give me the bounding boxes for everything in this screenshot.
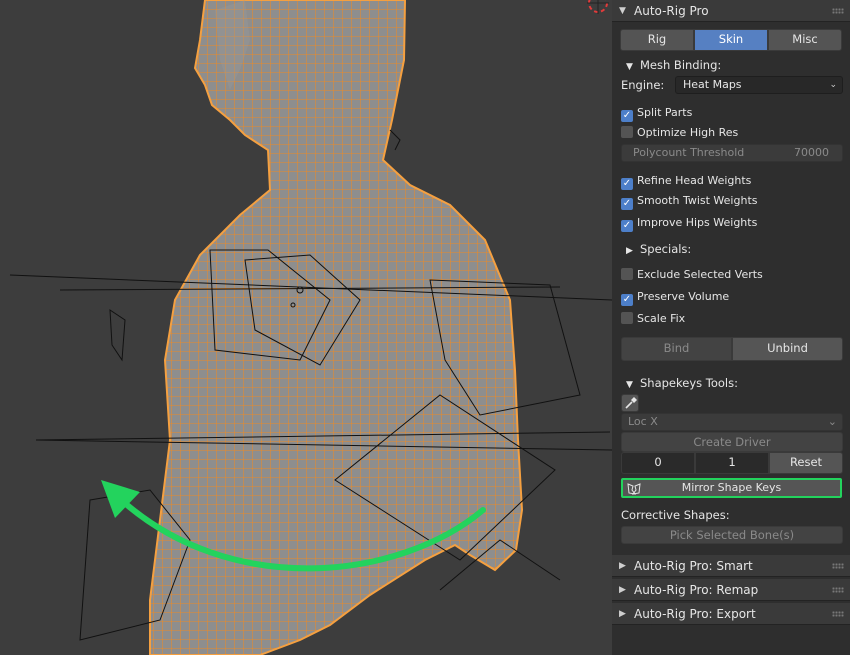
reset-button[interactable]: Reset xyxy=(769,452,843,474)
3d-viewport[interactable] xyxy=(0,0,612,655)
chevron-down-icon: ⌄ xyxy=(827,415,837,428)
loc-dropdown-value: Loc X xyxy=(628,415,658,428)
refine-head-weights-checkbox[interactable]: ✓ Refine Head Weights xyxy=(621,172,751,190)
mesh-binding-header[interactable]: ▼ Mesh Binding: xyxy=(626,56,721,74)
panel-header-export[interactable]: ▶ Auto-Rig Pro: Export xyxy=(612,603,850,625)
drag-handle-icon[interactable] xyxy=(832,563,844,569)
shapekeys-tools-title: Shapekeys Tools: xyxy=(640,376,738,390)
shapekeys-tools-header[interactable]: ▼ Shapekeys Tools: xyxy=(626,374,738,392)
checkbox-icon: ✓ xyxy=(621,198,633,210)
chevron-down-icon: ▼ xyxy=(626,62,633,72)
smooth-twist-weights-label: Smooth Twist Weights xyxy=(637,194,758,207)
checkbox-icon: ✓ xyxy=(621,110,633,122)
mirror-shape-keys-button[interactable]: Mirror Shape Keys xyxy=(621,478,842,498)
engine-label: Engine: xyxy=(621,78,665,92)
preserve-volume-checkbox[interactable]: ✓ Preserve Volume xyxy=(621,288,729,306)
chevron-down-icon: ⌄ xyxy=(829,80,837,90)
exclude-selected-verts-label: Exclude Selected Verts xyxy=(637,268,763,281)
improve-hips-weights-checkbox[interactable]: ✓ Improve Hips Weights xyxy=(621,214,757,232)
properties-sidebar: ▼ Auto-Rig Pro Rig Skin Misc ▼ Mesh Bindi… xyxy=(612,0,850,655)
panel-header-auto-rig-pro[interactable]: ▼ Auto-Rig Pro xyxy=(612,0,850,22)
3d-cursor-icon xyxy=(587,0,609,14)
refine-head-weights-label: Refine Head Weights xyxy=(637,174,752,187)
chevron-down-icon: ▼ xyxy=(626,380,633,390)
loc-dropdown[interactable]: Loc X ⌄ xyxy=(621,413,843,431)
panel-header-remap[interactable]: ▶ Auto-Rig Pro: Remap xyxy=(612,579,850,601)
shapekey-value-row: 0 1 Reset xyxy=(621,452,843,474)
split-parts-checkbox[interactable]: ✓ Split Parts xyxy=(621,104,692,122)
improve-hips-weights-label: Improve Hips Weights xyxy=(637,216,758,229)
panel-title-export: Auto-Rig Pro: Export xyxy=(634,607,756,621)
panel-title-smart: Auto-Rig Pro: Smart xyxy=(634,559,753,573)
checkbox-icon xyxy=(621,268,633,280)
polycount-threshold-value: 70000 xyxy=(794,146,829,159)
checkbox-icon xyxy=(621,126,633,138)
scale-fix-checkbox[interactable]: Scale Fix xyxy=(621,310,685,328)
eyedropper-icon xyxy=(625,397,637,409)
mesh-binding-title: Mesh Binding: xyxy=(640,58,722,72)
viewport-canvas xyxy=(9,0,612,655)
mode-tabs: Rig Skin Misc xyxy=(620,29,842,51)
chevron-right-icon: ▶ xyxy=(619,585,626,595)
chevron-down-icon: ▼ xyxy=(619,6,626,16)
optimize-high-res-label: Optimize High Res xyxy=(637,126,739,139)
chevron-right-icon: ▶ xyxy=(619,561,626,571)
pick-selected-bones-button[interactable]: Pick Selected Bone(s) xyxy=(621,526,843,544)
checkbox-icon: ✓ xyxy=(621,294,633,306)
smooth-twist-weights-checkbox[interactable]: ✓ Smooth Twist Weights xyxy=(621,192,757,210)
exclude-selected-verts-checkbox[interactable]: Exclude Selected Verts xyxy=(621,266,763,284)
unbind-button[interactable]: Unbind xyxy=(732,337,843,361)
chevron-right-icon: ▶ xyxy=(626,246,633,256)
checkbox-icon: ✓ xyxy=(621,220,633,232)
value-1-button[interactable]: 1 xyxy=(695,452,769,474)
panel-title: Auto-Rig Pro xyxy=(634,4,709,18)
engine-value: Heat Maps xyxy=(683,78,742,91)
drag-handle-icon[interactable] xyxy=(832,611,844,617)
chevron-right-icon: ▶ xyxy=(619,609,626,619)
value-0-button[interactable]: 0 xyxy=(621,452,695,474)
drag-handle-icon[interactable] xyxy=(832,8,844,14)
corrective-shapes-label: Corrective Shapes: xyxy=(621,508,730,522)
character-mesh xyxy=(149,0,524,655)
split-parts-label: Split Parts xyxy=(637,106,693,119)
bind-button-row: Bind Unbind xyxy=(621,337,843,361)
tab-misc[interactable]: Misc xyxy=(768,29,842,51)
checkbox-icon xyxy=(621,312,633,324)
panel-header-smart[interactable]: ▶ Auto-Rig Pro: Smart xyxy=(612,555,850,577)
engine-dropdown[interactable]: Heat Maps ⌄ xyxy=(675,76,843,94)
specials-header[interactable]: ▶ Specials: xyxy=(626,240,691,258)
optimize-high-res-checkbox[interactable]: Optimize High Res xyxy=(621,124,738,142)
eyedropper-button[interactable] xyxy=(621,394,639,412)
mirror-shape-keys-label: Mirror Shape Keys xyxy=(681,481,782,494)
drag-handle-icon[interactable] xyxy=(832,587,844,593)
tab-rig[interactable]: Rig xyxy=(620,29,694,51)
bind-button[interactable]: Bind xyxy=(621,337,732,361)
polycount-threshold-label: Polycount Threshold xyxy=(633,146,745,159)
preserve-volume-label: Preserve Volume xyxy=(637,290,730,303)
scale-fix-label: Scale Fix xyxy=(637,312,686,325)
polycount-threshold-field[interactable]: Polycount Threshold 70000 xyxy=(621,144,843,162)
tab-skin[interactable]: Skin xyxy=(694,29,768,51)
checkbox-icon: ✓ xyxy=(621,178,633,190)
specials-title: Specials: xyxy=(640,242,692,256)
mirror-icon xyxy=(627,483,641,495)
panel-title-remap: Auto-Rig Pro: Remap xyxy=(634,583,759,597)
create-driver-button[interactable]: Create Driver xyxy=(621,432,843,452)
